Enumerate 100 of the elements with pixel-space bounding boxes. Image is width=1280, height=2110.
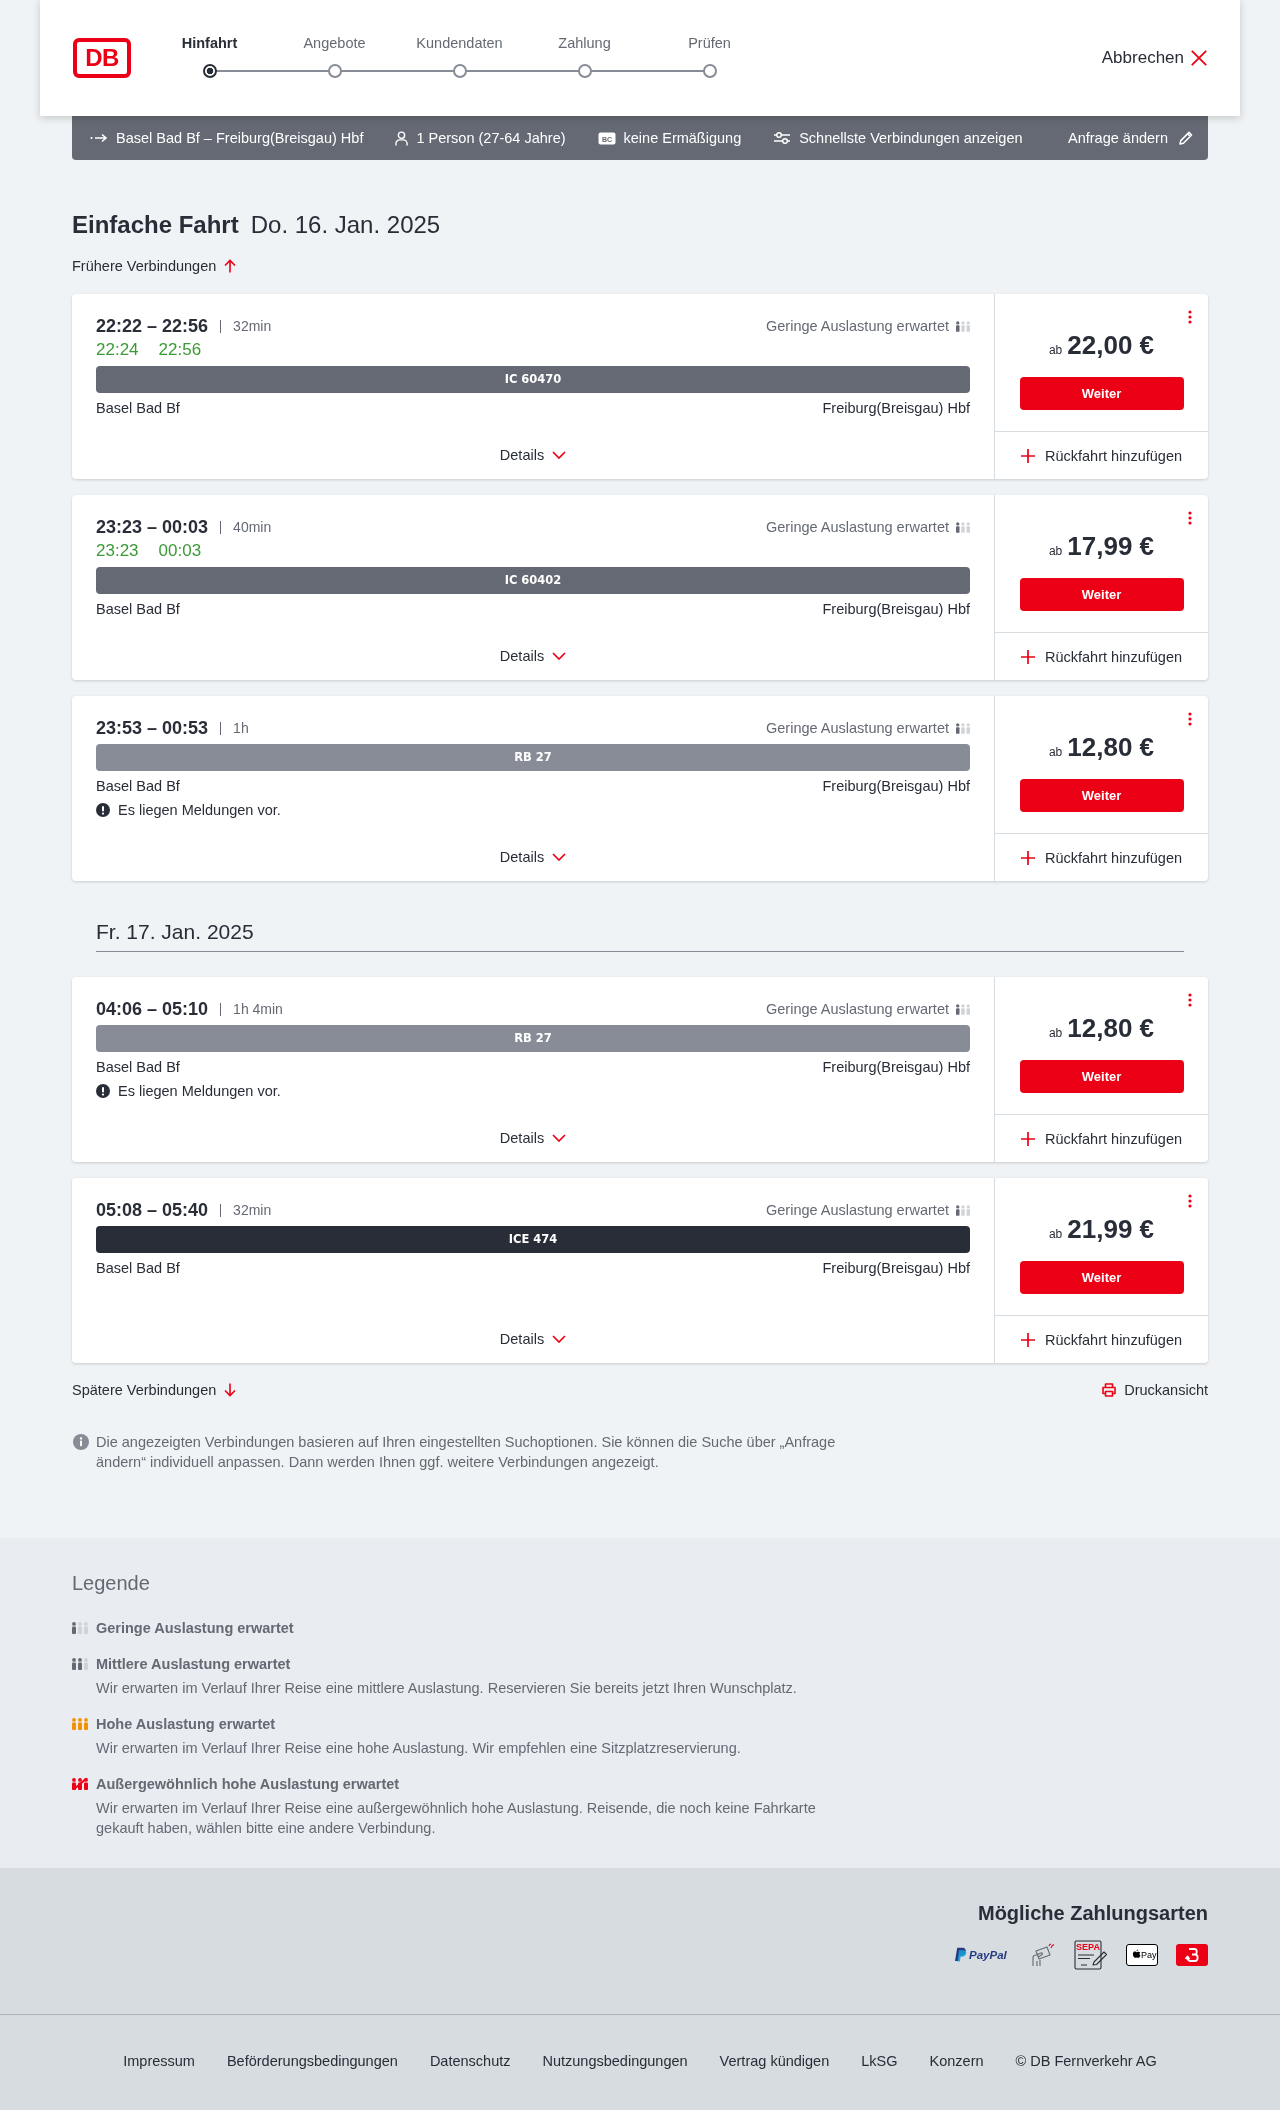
legend-item-title: Geringe Auslastung erwartet xyxy=(96,1619,294,1638)
more-options-icon[interactable] xyxy=(1188,310,1192,324)
train-bar: RB 27 xyxy=(96,744,970,771)
price-prefix: ab xyxy=(1048,543,1063,560)
footer-link[interactable]: Nutzungsbedingungen xyxy=(542,2050,688,2071)
departure-arrival-time: 23:53 – 00:53 xyxy=(96,717,209,739)
plus-icon xyxy=(1021,1131,1035,1146)
db-logo[interactable]: DB xyxy=(73,38,131,78)
person-icon xyxy=(395,130,409,146)
details-button[interactable]: Details xyxy=(499,1128,567,1148)
arrow-up-icon xyxy=(224,259,237,273)
price-text: 21,99 € xyxy=(1067,1213,1155,1245)
add-return-label: Rückfahrt hinzufügen xyxy=(1045,849,1182,866)
footer-link[interactable]: LkSG xyxy=(861,2050,898,2071)
add-return-button[interactable]: Rückfahrt hinzufügen xyxy=(995,633,1208,680)
details-button[interactable]: Details xyxy=(499,445,567,465)
occupancy-icon xyxy=(72,1658,88,1670)
plus-icon xyxy=(1021,649,1035,664)
train-bar: IC 60402 xyxy=(96,567,970,594)
legend-item-description: Wir erwarten im Verlauf Ihrer Reise eine außergewöhnlich hohe Auslastung. Reisende, die noch keine Fahrkarte gekauft haben, wählen bitte eine andere Verbindung. xyxy=(96,1799,817,1838)
occupancy-text: Geringe Auslastung erwartet xyxy=(766,1202,949,1218)
print-view-label: Druckansicht xyxy=(1124,1381,1208,1400)
footer-link[interactable]: © DB Fernverkehr AG xyxy=(1015,2050,1157,2071)
paypal-logo: PayPal xyxy=(954,1947,1012,1963)
footer-link[interactable]: Impressum xyxy=(123,2050,195,2071)
departure-arrival-time: 22:22 – 22:56 xyxy=(96,315,209,337)
occupancy-icon xyxy=(956,722,970,734)
occupancy-icon xyxy=(72,1778,88,1790)
later-connections-link[interactable]: Spätere Verbindungen xyxy=(72,1380,237,1400)
occupancy-icon xyxy=(956,320,970,332)
print-view-link[interactable]: Druckansicht xyxy=(1102,1380,1208,1400)
continue-button[interactable]: Weiter xyxy=(1019,1060,1184,1093)
cancel-button[interactable]: Abbrechen xyxy=(1101,46,1208,70)
chevron-down-icon xyxy=(552,853,567,861)
more-options-icon[interactable] xyxy=(1188,712,1192,726)
departure-arrival-time: 05:08 – 05:40 xyxy=(96,1199,209,1221)
occupancy-icon xyxy=(72,1622,88,1634)
more-options-icon[interactable] xyxy=(1188,1194,1192,1208)
continue-button[interactable]: Weiter xyxy=(1019,377,1184,410)
realtime-arrival: 00:03 xyxy=(158,541,202,561)
summary-text: keine Ermäßigung xyxy=(623,130,742,146)
occupancy-icon xyxy=(956,521,970,533)
footer-link[interactable]: Konzern xyxy=(929,2050,984,2071)
payment-heading: Mögliche Zahlungsarten xyxy=(977,1901,1208,1926)
earlier-connections-link[interactable]: Frühere Verbindungen xyxy=(72,256,237,276)
chevron-down-icon xyxy=(552,1134,567,1142)
price-text: 22,00 € xyxy=(1067,329,1155,361)
add-return-label: Rückfahrt hinzufügen xyxy=(1045,1130,1182,1147)
train-bar: RB 27 xyxy=(96,1025,970,1052)
plus-icon xyxy=(1021,1332,1035,1347)
continue-button[interactable]: Weiter xyxy=(1019,779,1184,812)
continue-button[interactable]: Weiter xyxy=(1019,1261,1184,1294)
message-text: Es liegen Meldungen vor. xyxy=(118,1082,281,1101)
price-prefix: ab xyxy=(1048,744,1063,761)
origin-station: Basel Bad Bf xyxy=(96,399,180,418)
continue-button[interactable]: Weiter xyxy=(1019,578,1184,611)
duration-text: 32min xyxy=(233,318,272,334)
add-return-button[interactable]: Rückfahrt hinzufügen xyxy=(995,1316,1208,1363)
duration-text: 1h xyxy=(233,720,249,736)
destination-station: Freiburg(Breisgau) Hbf xyxy=(822,600,970,619)
add-return-label: Rückfahrt hinzufügen xyxy=(1045,447,1182,464)
details-button[interactable]: Details xyxy=(499,847,567,867)
trip-type-heading: Einfache Fahrt xyxy=(72,210,239,240)
more-options-icon[interactable] xyxy=(1188,511,1192,525)
arrow-right-icon xyxy=(90,133,108,143)
more-options-icon[interactable] xyxy=(1188,993,1192,1007)
occupancy-text: Geringe Auslastung erwartet xyxy=(766,1001,949,1017)
step-label: Prüfen xyxy=(688,34,731,53)
train-bar: IC 60470 xyxy=(96,366,970,393)
occupancy-icon xyxy=(956,1003,970,1015)
add-return-button[interactable]: Rückfahrt hinzufügen xyxy=(995,432,1208,479)
pencil-icon xyxy=(1178,130,1194,146)
edit-request-button[interactable]: Anfrage ändern xyxy=(1068,130,1194,146)
sliders-icon xyxy=(773,131,792,145)
occupancy-text: Geringe Auslastung erwartet xyxy=(766,720,949,736)
legend-item-description: Wir erwarten im Verlauf Ihrer Reise eine hohe Auslastung. Wir empfehlen eine Sitzplatzreservierung. xyxy=(96,1739,741,1758)
details-button[interactable]: Details xyxy=(499,1329,567,1349)
chevron-down-icon xyxy=(552,652,567,660)
departure-arrival-time: 23:23 – 00:03 xyxy=(96,516,209,538)
occupancy-text: Geringe Auslastung erwartet xyxy=(766,519,949,535)
legend-item-title: Mittlere Auslastung erwartet xyxy=(96,1655,292,1674)
destination-station: Freiburg(Breisgau) Hbf xyxy=(822,399,970,418)
price-prefix: ab xyxy=(1048,1226,1063,1243)
plus-icon xyxy=(1021,850,1035,865)
add-return-button[interactable]: Rückfahrt hinzufügen xyxy=(995,834,1208,881)
summary-text: Schnellste Verbindungen anzeigen xyxy=(799,130,1023,146)
chevron-down-icon xyxy=(552,451,567,459)
details-button[interactable]: Details xyxy=(499,646,567,666)
summary-text: 1 Person (27-64 Jahre) xyxy=(416,130,566,146)
legend-item-title: Hohe Auslastung erwartet xyxy=(96,1715,277,1734)
footer-link[interactable]: Vertrag kündigen xyxy=(719,2050,830,2071)
origin-station: Basel Bad Bf xyxy=(96,1259,180,1278)
realtime-arrival: 22:56 xyxy=(158,340,202,360)
train-bar: ICE 474 xyxy=(96,1226,970,1253)
footer-link[interactable]: Beförderungsbedingungen xyxy=(226,2050,398,2071)
departure-arrival-time: 04:06 – 05:10 xyxy=(96,998,209,1020)
summary-text: Basel Bad Bf – Freiburg(Breisgau) Hbf xyxy=(116,130,364,146)
add-return-button[interactable]: Rückfahrt hinzufügen xyxy=(995,1115,1208,1162)
footer-link[interactable]: Datenschutz xyxy=(429,2050,511,2071)
origin-station: Basel Bad Bf xyxy=(96,1058,180,1077)
